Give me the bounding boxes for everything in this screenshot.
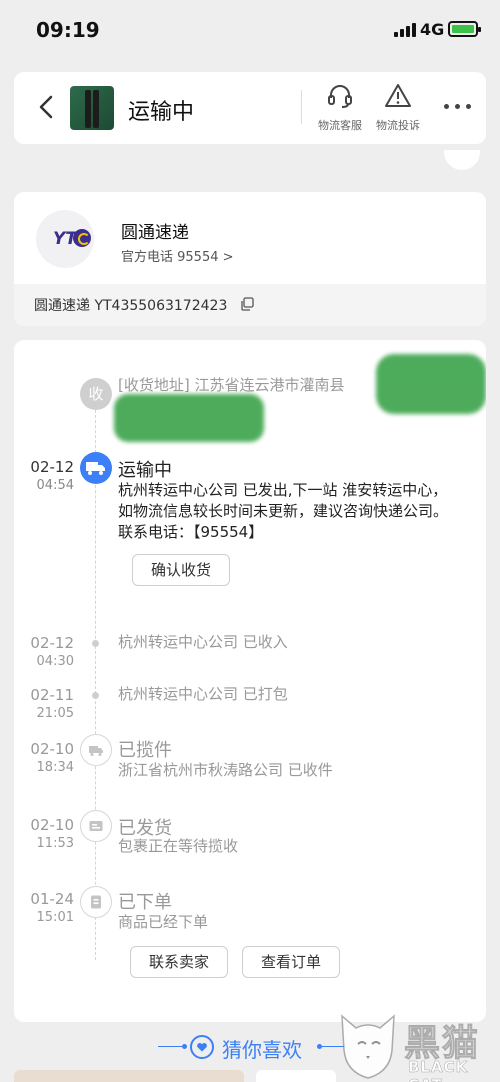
back-button[interactable] (32, 92, 62, 122)
battery-icon (448, 21, 481, 37)
truck-icon (80, 452, 112, 484)
redaction-mark (114, 394, 264, 442)
black-cat-logo-icon (341, 1014, 395, 1079)
view-order-button[interactable]: 查看订单 (242, 946, 340, 978)
redaction-mark (376, 354, 486, 414)
tracking-row: 圆通速递 YT4355063172423 (14, 284, 486, 326)
event-description: 杭州转运中心公司 已发出,下一站 淮安转运中心，如物流信息较长时间未更新，建议咨… (118, 481, 449, 541)
watermark-subtitle: BLACK CAT (408, 1058, 469, 1082)
event-date: 01-24 15:01 (30, 890, 74, 925)
carrier-logo: YT (36, 210, 94, 268)
event-date: 02-12 04:30 (30, 634, 74, 669)
watermark: 黑猫 BLACK CAT (336, 1010, 500, 1082)
carrier-logo-mark (73, 229, 91, 247)
event-description: 浙江省杭州市秋涛路公司 已收件 (118, 761, 333, 779)
tracking-number: 圆通速递 YT4355063172423 (34, 298, 228, 314)
event-description: 杭州转运中心公司 已打包 (118, 685, 288, 703)
contact-seller-button[interactable]: 联系卖家 (130, 946, 228, 978)
divider (301, 90, 302, 124)
timeline-dot (92, 692, 99, 699)
event-status: 已下单 (118, 892, 172, 913)
event-date: 02-12 04:54 (30, 458, 74, 493)
recommended-item[interactable] (256, 1070, 336, 1082)
event-date: 02-11 21:05 (30, 686, 74, 721)
carrier-name: 圆通速递 (121, 223, 189, 243)
event-description: 杭州转运中心公司 已收入 (118, 633, 288, 651)
delivery-address: [收货地址] 江苏省连云港市灌南县 (118, 376, 345, 394)
warning-icon (385, 84, 411, 107)
guess-you-like-label: 猜你喜欢 (222, 1038, 302, 1062)
event-status: 已揽件 (118, 740, 172, 761)
carrier-phone-link[interactable]: 官方电话 95554 > (121, 246, 234, 265)
event-status: 运输中 (118, 460, 172, 481)
collapse-tab[interactable] (444, 150, 480, 170)
more-button[interactable] (444, 94, 474, 120)
order-placed-icon (80, 886, 112, 918)
network-type: 4G (420, 20, 445, 39)
event-date: 02-10 11:53 (30, 816, 74, 851)
timeline-dot (92, 640, 99, 647)
timeline-card: 收 [收货地址] 江苏省连云港市灌南县 02-12 04:54 运输中 杭州转运… (14, 340, 486, 1022)
pickup-icon (80, 734, 112, 766)
status-bar: 09:19 4G (0, 0, 500, 60)
event-description: 商品已经下单 (118, 913, 209, 931)
headset-icon (328, 85, 352, 108)
heart-icon (190, 1035, 214, 1059)
confirm-receipt-button[interactable]: 确认收货 (132, 554, 230, 586)
event-description: 包裹正在等待揽收 (118, 837, 239, 855)
logistics-service-label: 物流客服 (318, 119, 362, 132)
chevron-left-icon (39, 95, 53, 119)
logistics-service-button[interactable]: 物流客服 (310, 82, 370, 133)
status-time: 09:19 (36, 18, 100, 42)
logistics-complaint-button[interactable]: 物流投诉 (368, 82, 428, 133)
signal-icon (394, 23, 416, 37)
recommended-item[interactable] (14, 1070, 244, 1082)
address-node: 收 (80, 378, 112, 410)
event-date: 02-10 18:34 (30, 740, 74, 775)
copy-icon[interactable] (240, 297, 254, 311)
shipped-icon (80, 810, 112, 842)
page-title: 运输中 (128, 100, 195, 125)
logistics-complaint-label: 物流投诉 (376, 119, 420, 132)
timeline-line (95, 400, 96, 960)
product-thumbnail[interactable] (70, 86, 114, 130)
header-bar: 运输中 物流客服 物流投诉 (14, 72, 486, 144)
guess-you-like-header: 猜你喜欢 (150, 1030, 350, 1064)
carrier-card: YT 圆通速递 官方电话 95554 > 圆通速递 YT435506317242… (14, 192, 486, 326)
